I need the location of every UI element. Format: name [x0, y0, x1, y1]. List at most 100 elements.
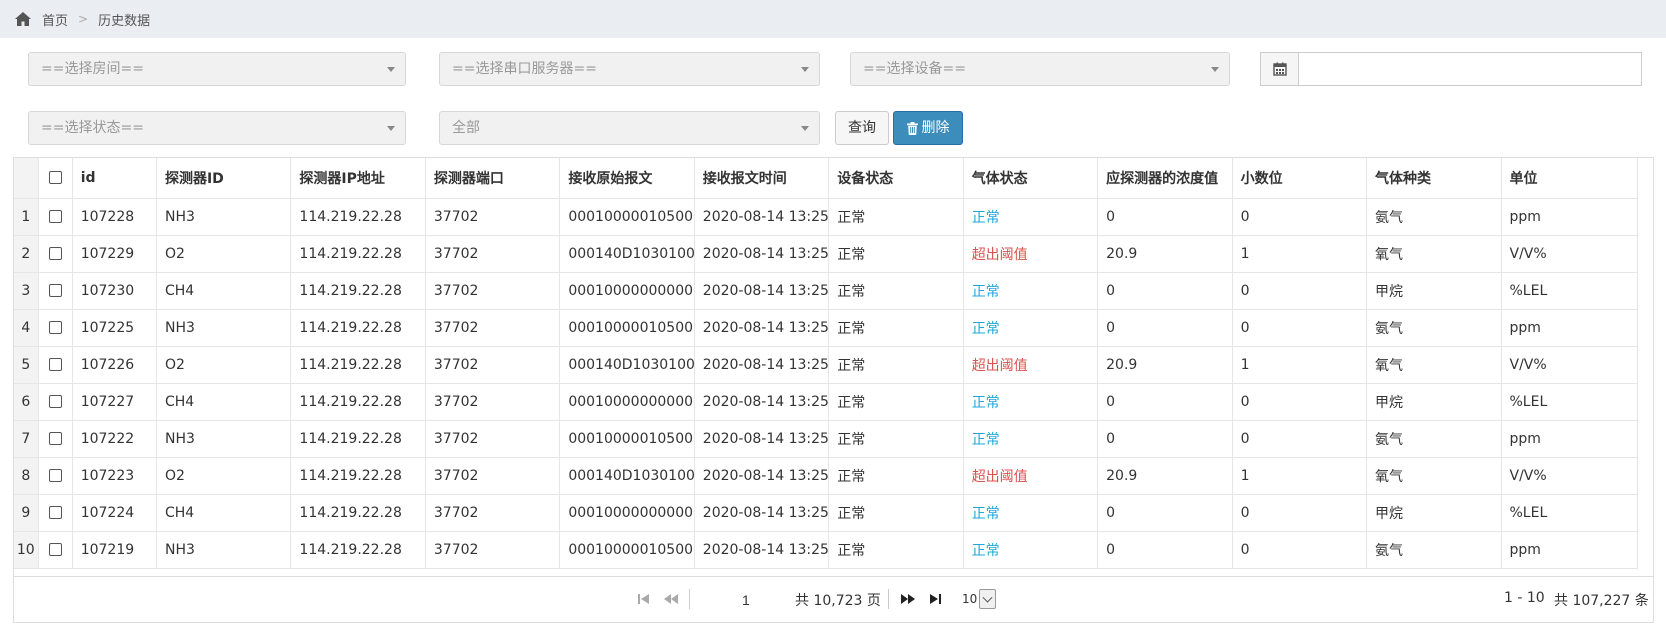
status-select[interactable]: ==选择状态== [28, 111, 406, 145]
room-select[interactable]: ==选择房间== [28, 52, 406, 86]
cell-port: 37702 [425, 272, 561, 310]
row-checkbox[interactable] [38, 457, 73, 495]
total-records-text: 共 107,227 条 [1554, 593, 1649, 609]
cell-time: 2020-08-14 13:25:2 [694, 494, 830, 532]
cell-raw: 000100000000000000 [559, 383, 695, 421]
query-button[interactable]: 查询 [835, 111, 889, 145]
cell-gas: 超出阈值 [963, 235, 1099, 273]
breadcrumb: 首页 > 历史数据 [0, 0, 1666, 38]
row-checkbox[interactable] [38, 383, 73, 421]
cell-gas: 正常 [963, 420, 1099, 458]
cell-time: 2020-08-14 13:25:1 [694, 531, 830, 569]
gas-status-select[interactable]: 全部 [439, 111, 820, 145]
history-data-panel: id 探测器ID 探测器IP地址 探测器端口 接收原始报文 接收报文时间 设备状… [13, 157, 1654, 623]
cell-raw: 000100000105000000 [559, 309, 695, 347]
table-row[interactable]: 10 107219 NH3 114.219.22.28 37702 00010000010… [14, 531, 1638, 569]
status-select-value: ==选择状态== [41, 120, 144, 136]
column-header[interactable]: 气体种类 [1366, 158, 1502, 199]
cell-port: 37702 [425, 383, 561, 421]
cell-det: O2 [156, 235, 292, 273]
column-header[interactable]: 气体状态 [963, 158, 1099, 199]
select-all-checkbox[interactable] [38, 158, 73, 199]
page-number-input[interactable] [742, 587, 778, 613]
next-page-icon[interactable] [900, 592, 916, 606]
cell-kind: 甲烷 [1366, 494, 1502, 532]
cell-raw: 000100000105000000 [559, 198, 695, 236]
cell-port: 37702 [425, 346, 561, 384]
column-header[interactable]: 单位 [1501, 158, 1638, 199]
table-row[interactable]: 9 107224 CH4 114.219.22.28 37702 000100000000… [14, 494, 1638, 532]
column-header[interactable]: 探测器端口 [425, 158, 561, 199]
row-checkbox[interactable] [38, 272, 73, 310]
row-checkbox[interactable] [38, 198, 73, 236]
total-pages-text: 共 10,723 页 [795, 593, 881, 609]
column-header[interactable]: 小数位 [1232, 158, 1368, 199]
cell-dev: 正常 [828, 346, 964, 384]
cell-val: 0 [1097, 198, 1233, 236]
table-row[interactable]: 6 107227 CH4 114.219.22.28 37702 000100000000… [14, 383, 1638, 421]
row-checkbox[interactable] [38, 420, 73, 458]
cell-id: 107228 [72, 198, 157, 236]
breadcrumb-current: 历史数据 [98, 13, 151, 29]
table-row[interactable]: 1 107228 NH3 114.219.22.28 37702 000100000105… [14, 198, 1638, 236]
column-header[interactable]: 探测器ID [156, 158, 292, 199]
calendar-icon[interactable] [1261, 53, 1299, 85]
previous-page-icon[interactable] [663, 592, 679, 606]
date-range-input[interactable] [1300, 53, 1641, 85]
cell-ip: 114.219.22.28 [290, 531, 426, 569]
cell-dec: 1 [1232, 346, 1368, 384]
cell-gas: 正常 [963, 272, 1099, 310]
page-size-select[interactable]: 10 [962, 589, 998, 611]
cell-port: 37702 [425, 531, 561, 569]
column-header[interactable]: 接收原始报文 [559, 158, 695, 199]
row-checkbox[interactable] [38, 531, 73, 569]
cell-time: 2020-08-14 13:25:4 [694, 235, 830, 273]
device-select[interactable]: ==选择设备== [850, 52, 1230, 86]
cell-unit: %LEL [1501, 272, 1638, 310]
row-number: 10 [14, 531, 39, 569]
cell-dec: 0 [1232, 531, 1368, 569]
breadcrumb-separator: > [78, 12, 89, 26]
cell-val: 0 [1097, 494, 1233, 532]
last-page-icon[interactable] [927, 592, 943, 606]
row-checkbox[interactable] [38, 235, 73, 273]
cell-dev: 正常 [828, 531, 964, 569]
table-row[interactable]: 7 107222 NH3 114.219.22.28 37702 000100000105… [14, 420, 1638, 458]
row-checkbox[interactable] [38, 494, 73, 532]
cell-raw: 000100000000000000 [559, 272, 695, 310]
row-number: 8 [14, 457, 39, 495]
cell-det: NH3 [156, 531, 292, 569]
cell-det: CH4 [156, 494, 292, 532]
cell-gas: 超出阈值 [963, 457, 1099, 495]
cell-raw: 000100000105000000 [559, 420, 695, 458]
breadcrumb-home-link[interactable]: 首页 [42, 10, 68, 29]
row-checkbox[interactable] [38, 346, 73, 384]
column-header[interactable]: 应探测器的浓度值 [1097, 158, 1233, 199]
row-number: 4 [14, 309, 39, 347]
column-header[interactable]: 接收报文时间 [694, 158, 830, 199]
table-row[interactable]: 2 107229 O2 114.219.22.28 37702 000140D103010… [14, 235, 1638, 273]
cell-kind: 氨气 [1366, 420, 1502, 458]
first-page-icon[interactable] [636, 592, 652, 606]
cell-dev: 正常 [828, 235, 964, 273]
cell-kind: 氨气 [1366, 309, 1502, 347]
table-row[interactable]: 4 107225 NH3 114.219.22.28 37702 000100000105… [14, 309, 1638, 347]
chevron-down-icon [801, 67, 809, 72]
record-range-text: 1 - 10 [1504, 590, 1545, 606]
home-icon[interactable] [14, 11, 32, 27]
cell-gas: 超出阈值 [963, 346, 1099, 384]
cell-unit: ppm [1501, 198, 1638, 236]
column-header[interactable]: 设备状态 [828, 158, 964, 199]
delete-button[interactable]: 删除 [893, 111, 963, 145]
table-row[interactable]: 3 107230 CH4 114.219.22.28 37702 000100000000… [14, 272, 1638, 310]
table-row[interactable]: 8 107223 O2 114.219.22.28 37702 000140D103010… [14, 457, 1638, 495]
row-checkbox[interactable] [38, 309, 73, 347]
column-header[interactable]: 探测器IP地址 [290, 158, 426, 199]
cell-dec: 1 [1232, 457, 1368, 495]
cell-gas: 正常 [963, 198, 1099, 236]
column-header[interactable]: id [72, 158, 157, 199]
table-row[interactable]: 5 107226 O2 114.219.22.28 37702 000140D103010… [14, 346, 1638, 384]
cell-id: 107219 [72, 531, 157, 569]
cell-dev: 正常 [828, 420, 964, 458]
serial-server-select[interactable]: ==选择串口服务器== [439, 52, 820, 86]
